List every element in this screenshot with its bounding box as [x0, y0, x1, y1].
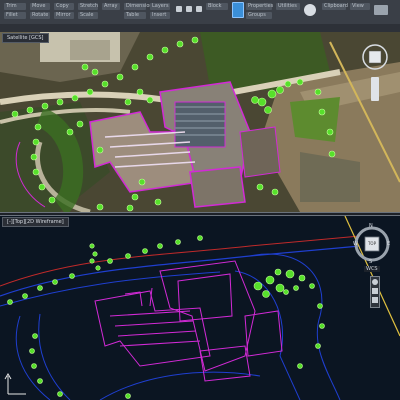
ribbon-button-table[interactable]: Table: [124, 12, 146, 19]
wireframe-viewport[interactable]: [-][Top][2D Wireframe] N W E S TOP WCS: [0, 216, 400, 400]
clipboard-icon[interactable]: [374, 5, 388, 15]
offset-icon[interactable]: [196, 6, 202, 12]
compass-north[interactable]: N: [369, 223, 373, 229]
viewcube-face-label[interactable]: TOP: [365, 241, 379, 246]
ribbon-label: Groups: [248, 12, 266, 18]
ribbon-button-clipboard[interactable]: Clipboard: [322, 3, 348, 10]
ribbon-label: Rotate: [32, 12, 49, 18]
ribbon-label: Clipboard: [324, 3, 348, 9]
ribbon-button-properties[interactable]: Properties: [246, 3, 274, 10]
viewport-label-bottom[interactable]: [-][Top][2D Wireframe]: [2, 217, 69, 227]
ribbon-label: Insert: [152, 12, 167, 18]
compass-west[interactable]: W: [353, 241, 358, 247]
ribbon-button-fillet[interactable]: Fillet: [4, 12, 26, 19]
ribbon-button-stretch[interactable]: Stretch: [78, 3, 98, 10]
ribbon-label: Table: [126, 12, 139, 18]
zoom-icon[interactable]: [372, 297, 378, 303]
pan-icon[interactable]: [372, 288, 378, 294]
ribbon-button-trim[interactable]: Trim: [4, 3, 26, 10]
ribbon-label: Trim: [6, 3, 17, 9]
ribbon-button-utilities[interactable]: Utilities: [276, 3, 300, 10]
ribbon-button-rotate[interactable]: Rotate: [30, 12, 50, 19]
ribbon-button-insert[interactable]: Insert: [150, 12, 170, 19]
ribbon-label: Array: [104, 3, 118, 9]
ribbon-button-groups[interactable]: Groups: [246, 12, 272, 19]
compass-east[interactable]: E: [387, 241, 390, 247]
ribbon-button-mirror[interactable]: Mirror: [54, 12, 74, 19]
ribbon-label: Scale: [80, 12, 94, 18]
ribbon-label: Fillet: [6, 12, 18, 18]
ribbon-label: Copy: [56, 3, 69, 9]
wcs-menu[interactable]: WCS: [364, 266, 380, 272]
ribbon-button-view[interactable]: View: [350, 3, 370, 10]
ribbon-button-move[interactable]: Move: [30, 3, 50, 10]
ribbon-label: Move: [32, 3, 46, 9]
ribbon-toolbar: Trim Fillet Move Rotate Copy Mirror Stre…: [0, 0, 400, 33]
ribbon-button-dimension[interactable]: Dimension: [124, 3, 153, 10]
measure-icon[interactable]: [304, 4, 316, 16]
ribbon-label: Stretch: [80, 3, 99, 9]
steering-wheel-icon[interactable]: [372, 279, 378, 285]
ribbon-button-block[interactable]: Block: [206, 3, 228, 10]
navigation-bar[interactable]: [370, 276, 380, 308]
ribbon-button-copy[interactable]: Copy: [54, 3, 74, 10]
ribbon-label: Block: [208, 3, 222, 9]
ribbon-panel-titles: [0, 24, 400, 32]
ribbon-label: View: [352, 3, 364, 9]
distribute-icon[interactable]: [186, 6, 192, 12]
ribbon-label: Layers: [152, 3, 169, 9]
ribbon-button-layers[interactable]: Layers: [150, 3, 170, 10]
ribbon-label: Dimension: [126, 3, 153, 9]
ribbon-button-array[interactable]: Array: [102, 3, 120, 10]
properties-active-icon[interactable]: [232, 2, 244, 18]
satellite-drawing: [0, 32, 400, 212]
ribbon-label: Utilities: [278, 3, 297, 9]
ribbon-button-scale[interactable]: Scale: [78, 12, 98, 19]
compass-south[interactable]: S: [369, 259, 372, 265]
satellite-viewport[interactable]: Satellite [GCS]: [0, 32, 400, 212]
ribbon-label: Mirror: [56, 12, 71, 18]
ribbon-label: Properties: [248, 3, 274, 9]
align-icon[interactable]: [176, 6, 182, 12]
viewport-label-top[interactable]: Satellite [GCS]: [2, 33, 49, 43]
wireframe-drawing: [0, 216, 400, 400]
viewcube[interactable]: N W E S TOP: [352, 223, 392, 265]
